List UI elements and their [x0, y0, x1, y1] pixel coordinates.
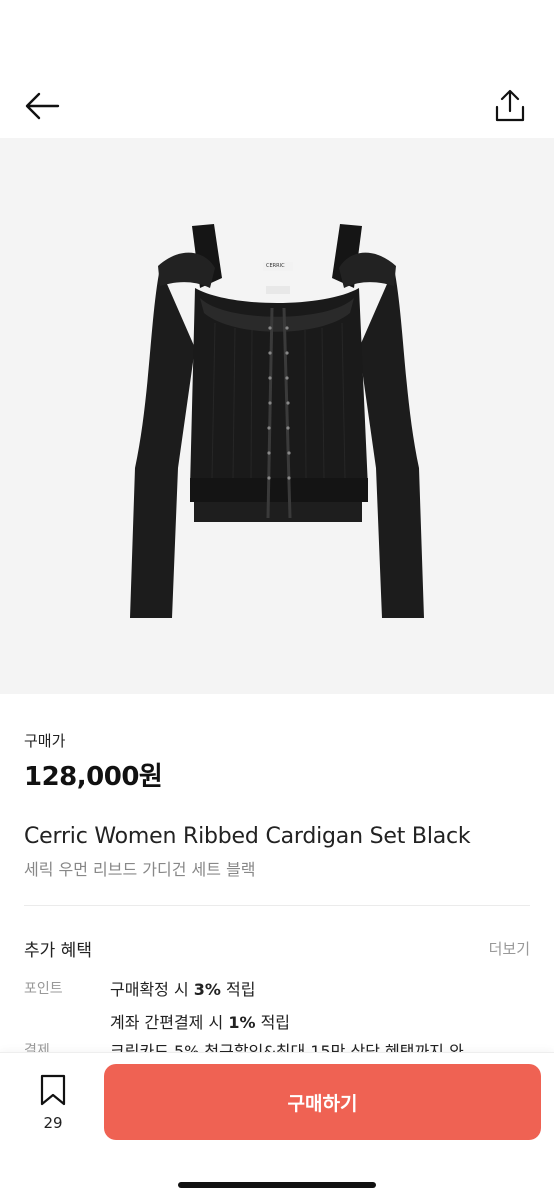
benefit-text-suffix: 적립: [255, 1013, 291, 1032]
benefit-row-point-account: 계좌 간편결제 시 1% 적립: [110, 1009, 290, 1033]
brand-tag-text: CERRIC: [266, 263, 285, 269]
benefit-text-prefix: 구매확정 시: [110, 980, 194, 999]
benefits-more-link[interactable]: 더보기: [489, 938, 530, 959]
share-upload-icon: [495, 89, 525, 122]
benefit-text-prefix: 계좌 간편결제 시: [110, 1013, 229, 1032]
price-value: 128,000원: [24, 762, 163, 792]
section-divider: [24, 905, 530, 906]
top-app-bar: [0, 0, 554, 138]
home-indicator: [178, 1182, 376, 1188]
product-title-en: Cerric Women Ribbed Cardigan Set Black: [24, 824, 471, 849]
benefits-title: 추가 혜택: [24, 941, 92, 961]
cardigan-illustration: [130, 224, 424, 618]
arrow-left-icon: [25, 92, 60, 120]
benefit-text-percent: 3%: [193, 980, 221, 999]
share-button[interactable]: [488, 84, 532, 128]
bookmark-icon: [40, 1074, 66, 1106]
benefit-text-percent: 1%: [228, 1013, 256, 1032]
bookmark-count: 29: [43, 1114, 63, 1132]
price-label: 구매가: [24, 732, 66, 750]
benefit-row-point-purchase: 구매확정 시 3% 적립: [110, 976, 255, 1000]
product-title-ko: 세릭 우먼 리브드 가디건 세트 블랙: [24, 860, 256, 879]
back-button[interactable]: [20, 84, 64, 128]
product-image[interactable]: CERRIC: [0, 138, 554, 694]
buy-button[interactable]: 구매하기: [104, 1064, 541, 1140]
benefit-row-label-point: 포인트: [24, 981, 63, 997]
benefit-text-suffix: 적립: [220, 980, 256, 999]
bookmark-button[interactable]: 29: [32, 1074, 74, 1134]
